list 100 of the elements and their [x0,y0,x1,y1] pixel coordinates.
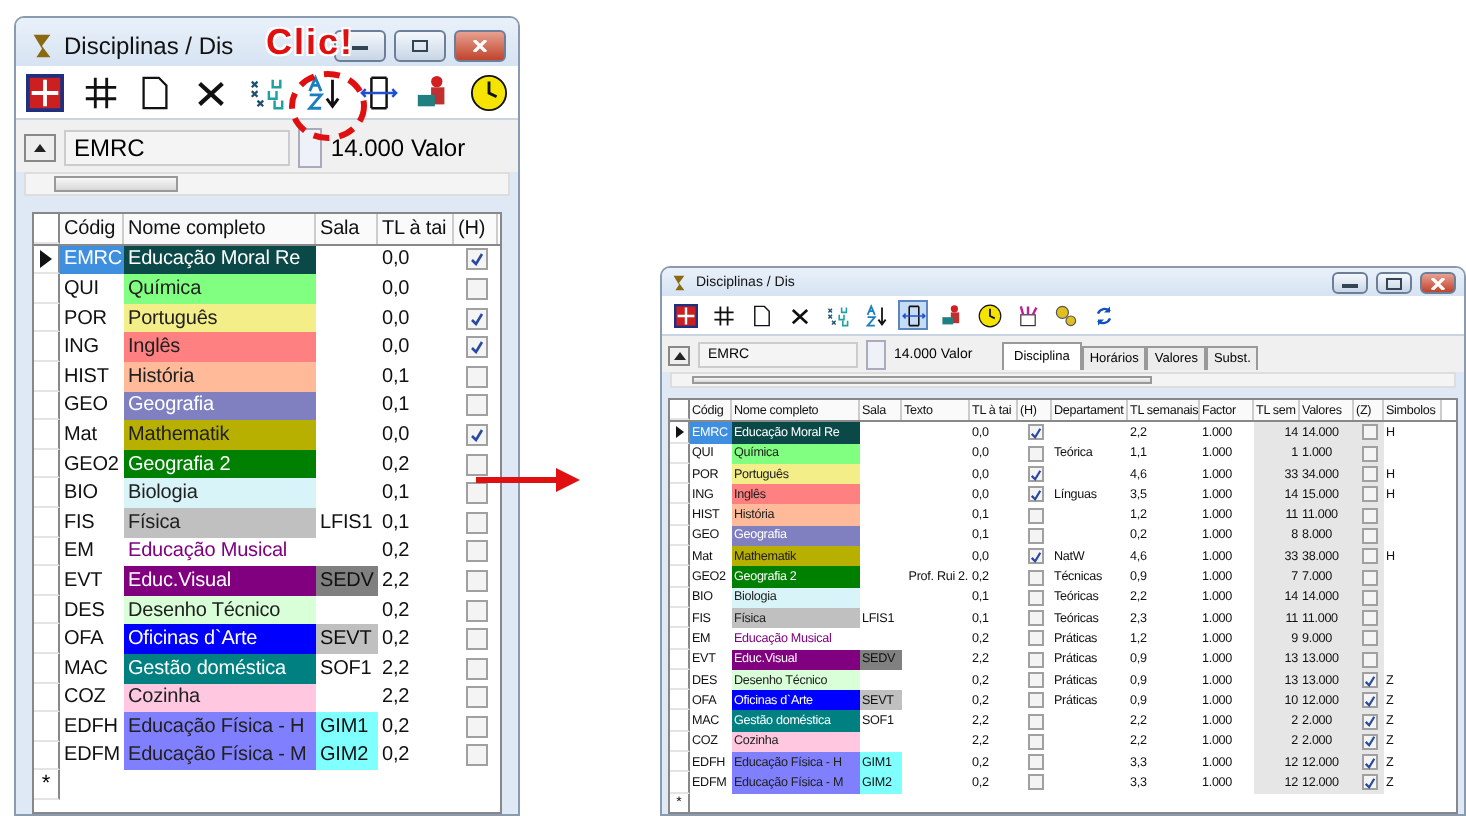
checkbox[interactable] [465,394,487,417]
table-cell: Educação Física - M [124,741,316,771]
table-cell: EMRC [60,245,124,275]
checkbox[interactable] [1027,466,1043,483]
checkbox[interactable] [465,599,487,622]
checkbox[interactable] [1027,548,1043,565]
toolbar-button[interactable] [670,300,700,330]
checkbox[interactable] [1361,692,1377,709]
checkbox[interactable] [1361,445,1377,462]
checkbox[interactable] [1027,630,1043,647]
table-cell-text: 0,1 [380,392,412,421]
table-cell: Mathematik [124,420,316,450]
teacher-figure-icon [939,303,963,327]
checkbox[interactable] [465,686,487,709]
minimize-button[interactable] [1332,272,1368,294]
table-cell-text: 0,2 [380,742,412,771]
close-icon [1430,277,1446,289]
checkbox[interactable] [1027,610,1043,627]
current-row-icon [675,425,683,438]
column-header[interactable]: (H) [454,214,498,244]
toolbar-button[interactable] [974,300,1004,330]
checkbox[interactable] [1027,733,1043,750]
close-button[interactable] [1420,272,1456,294]
checkbox[interactable] [465,744,487,767]
checkbox[interactable] [1361,733,1377,750]
checkbox[interactable] [1027,507,1043,524]
scrollbar-thumb[interactable] [692,375,1152,385]
checkbox[interactable] [1361,424,1377,441]
table-cell: Oficinas d`Arte [124,624,316,654]
checkbox[interactable] [465,540,487,563]
record-field[interactable]: EMRC [63,130,291,166]
checkbox[interactable] [1361,527,1377,544]
scrollbar-thumb[interactable] [54,176,178,192]
checkbox[interactable] [1027,527,1043,544]
checkbox[interactable] [1027,692,1043,709]
toolbar-button[interactable] [898,300,928,330]
clock-icon [977,303,1001,327]
checkbox[interactable] [465,248,487,271]
column-header[interactable]: Sala [316,214,378,244]
checkbox[interactable] [1027,445,1043,462]
checkbox[interactable] [1361,651,1377,668]
column-width-icon [359,73,398,111]
checkbox[interactable] [1361,569,1377,586]
checkbox[interactable] [465,365,487,388]
checkbox[interactable] [465,277,487,300]
toolbar-button[interactable] [301,70,344,114]
maximize-button[interactable] [394,30,446,62]
table-cell-text: HIST [62,363,111,392]
checkbox[interactable] [465,511,487,534]
collapse-button[interactable] [668,345,690,365]
checkbox[interactable] [465,336,487,359]
checkbox[interactable] [1027,713,1043,730]
toolbar-button[interactable] [708,300,738,330]
checkbox[interactable] [1361,507,1377,524]
checkbox[interactable] [1027,774,1043,791]
checkbox[interactable] [1027,569,1043,586]
checkbox[interactable] [465,657,487,680]
toolbar-button[interactable] [1050,300,1080,330]
maximize-button[interactable] [1376,272,1412,294]
table-cell-text: 2,2 [380,655,412,683]
checkbox[interactable] [1361,548,1377,565]
table-cell-text: EM [62,538,96,567]
checkbox[interactable] [1361,610,1377,627]
toolbar-button[interactable] [860,300,890,330]
checkbox[interactable] [1027,424,1043,441]
checkbox[interactable] [1361,486,1377,503]
checkbox[interactable] [1361,589,1377,606]
column-header[interactable]: TL à tai [378,214,454,244]
column-header[interactable]: Códig [60,214,124,244]
checkbox[interactable] [1027,589,1043,606]
horizontal-scrollbar[interactable] [670,372,1456,388]
checkbox[interactable] [1361,713,1377,730]
toolbar-button[interactable] [24,70,66,114]
checkbox[interactable] [1361,672,1377,688]
checkbox[interactable] [465,482,487,505]
checkbox[interactable] [465,307,487,330]
checkbox[interactable] [465,628,487,651]
checkbox[interactable] [465,715,487,738]
spin-button[interactable] [866,340,886,370]
collapse-button[interactable] [24,134,56,162]
maximize-icon [1386,277,1402,289]
checkbox[interactable] [1361,774,1377,791]
spin-button[interactable] [298,128,323,168]
close-button[interactable] [454,30,506,62]
column-header[interactable]: Nome completo [124,214,316,244]
checkbox[interactable] [465,423,487,446]
checkbox[interactable] [1361,630,1377,647]
checkbox[interactable] [465,453,487,476]
checkbox[interactable] [1361,466,1377,483]
checkbox[interactable] [465,569,487,592]
checkbox[interactable] [1361,754,1377,771]
toolbar-button[interactable] [468,70,511,114]
checkbox[interactable] [1027,486,1043,503]
table-cell: Biologia [124,478,316,508]
horizontal-scrollbar[interactable] [24,172,510,196]
checkbox[interactable] [1027,754,1043,771]
column-width-icon [901,303,925,327]
table-cell: GIM2 [316,741,378,771]
checkbox[interactable] [1027,672,1043,688]
checkbox[interactable] [1027,651,1043,668]
